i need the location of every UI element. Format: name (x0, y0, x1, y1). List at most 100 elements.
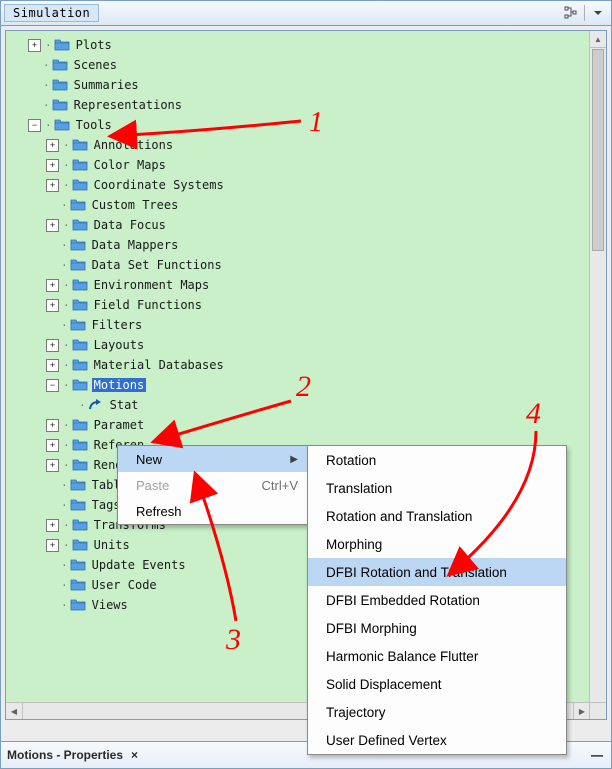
tree-node-stat[interactable]: ·Stat (10, 395, 590, 415)
tree-node-summaries[interactable]: ·Summaries (10, 75, 590, 95)
expand-icon[interactable]: + (46, 299, 59, 312)
context-menu[interactable]: New▶PasteCtrl+VRefresh (117, 445, 309, 525)
close-icon[interactable]: × (127, 748, 142, 762)
tree-node-label[interactable]: Plots (74, 38, 114, 52)
tree-node-material-databases[interactable]: +·Material Databases (10, 355, 590, 375)
menu-item-morphing[interactable]: Morphing (308, 530, 566, 558)
tree-node-data-mappers[interactable]: ·Data Mappers (10, 235, 590, 255)
tree-node-environment-maps[interactable]: +·Environment Maps (10, 275, 590, 295)
tree-node-label[interactable]: Stat (108, 398, 141, 412)
tree-node-plots[interactable]: +·Plots (10, 35, 590, 55)
tree-node-label[interactable]: Data Set Functions (90, 258, 224, 272)
expand-icon[interactable]: + (46, 159, 59, 172)
tree-node-label[interactable]: Views (90, 598, 130, 612)
tree-node-label[interactable]: Representations (72, 98, 184, 112)
menu-item-translation[interactable]: Translation (308, 474, 566, 502)
expand-icon[interactable]: + (28, 39, 41, 52)
tree-node-label[interactable]: Color Maps (92, 158, 168, 172)
context-submenu-new[interactable]: Rotation Translation Rotation and Translat… (307, 445, 567, 755)
menu-item-label: Translation (326, 481, 556, 496)
tree-node-label[interactable]: Scenes (72, 58, 119, 72)
tree-node-label[interactable]: Data Mappers (90, 238, 181, 252)
menu-item-label: Trajectory (326, 705, 556, 720)
tree-node-label[interactable]: Summaries (72, 78, 141, 92)
tree-node-label[interactable]: Environment Maps (92, 278, 212, 292)
scroll-corner (589, 702, 606, 719)
menu-item-user-defined-vertex[interactable]: User Defined Vertex (308, 726, 566, 754)
scroll-left-icon[interactable]: ◀ (6, 703, 23, 719)
minimize-icon[interactable]: — (591, 748, 611, 762)
tree-node-coordinate-systems[interactable]: +·Coordinate Systems (10, 175, 590, 195)
tree-node-label[interactable]: Paramet (92, 418, 147, 432)
tree-node-label[interactable]: Data Focus (92, 218, 168, 232)
expand-icon[interactable]: + (46, 459, 59, 472)
tree-node-motions[interactable]: −·Motions (10, 375, 590, 395)
tree-node-label[interactable]: Motions (92, 378, 147, 392)
tree-node-custom-trees[interactable]: ·Custom Trees (10, 195, 590, 215)
expand-icon[interactable]: + (46, 139, 59, 152)
folder-icon (70, 558, 86, 572)
menu-item-harmonic-balance-flutter[interactable]: Harmonic Balance Flutter (308, 642, 566, 670)
tree-node-label[interactable]: Layouts (92, 338, 147, 352)
tree-node-representations[interactable]: ·Representations (10, 95, 590, 115)
tree-node-label[interactable]: Filters (90, 318, 145, 332)
menu-item-solid-displacement[interactable]: Solid Displacement (308, 670, 566, 698)
tree-node-label[interactable]: Units (92, 538, 132, 552)
tree-node-label[interactable]: Coordinate Systems (92, 178, 226, 192)
folder-icon (72, 178, 88, 192)
menu-item-dfbi-embedded-rotation[interactable]: DFBI Embedded Rotation (308, 586, 566, 614)
menu-item-label: Rotation and Translation (326, 509, 556, 524)
tree-view-mode-icon[interactable] (562, 4, 580, 22)
properties-tab[interactable]: Motions - Properties × (7, 748, 142, 762)
tree-node-annotations[interactable]: +·Annotations (10, 135, 590, 155)
menu-item-label: New (136, 452, 282, 467)
menu-item-paste: PasteCtrl+V (118, 472, 308, 498)
menu-item-new[interactable]: New▶ (118, 446, 308, 472)
collapse-icon[interactable]: − (46, 379, 59, 392)
menu-item-rotation[interactable]: Rotation (308, 446, 566, 474)
folder-icon (70, 578, 86, 592)
menu-item-trajectory[interactable]: Trajectory (308, 698, 566, 726)
scroll-up-icon[interactable]: ▲ (590, 31, 606, 48)
tree-node-label[interactable]: Tools (74, 118, 114, 132)
tree-node-scenes[interactable]: ·Scenes (10, 55, 590, 75)
expand-icon[interactable]: + (46, 279, 59, 292)
expand-icon[interactable]: + (46, 219, 59, 232)
vertical-scrollbar[interactable]: ▲ ▼ (589, 31, 606, 719)
scroll-thumb[interactable] (592, 49, 604, 251)
tree-node-data-set-functions[interactable]: ·Data Set Functions (10, 255, 590, 275)
tree-node-label[interactable]: User Code (90, 578, 159, 592)
expand-icon[interactable]: + (46, 439, 59, 452)
tree-node-label[interactable]: Update Events (90, 558, 188, 572)
scroll-right-icon[interactable]: ▶ (573, 703, 590, 719)
collapse-icon[interactable]: − (28, 119, 41, 132)
tree-node-field-functions[interactable]: +·Field Functions (10, 295, 590, 315)
expand-icon[interactable]: + (46, 339, 59, 352)
tree-joint (46, 320, 57, 331)
menu-item-refresh[interactable]: Refresh (118, 498, 308, 524)
expand-icon[interactable]: + (46, 179, 59, 192)
menu-item-dfbi-rotation-and-translation[interactable]: DFBI Rotation and Translation (308, 558, 566, 586)
tree-node-data-focus[interactable]: +·Data Focus (10, 215, 590, 235)
tree-node-label[interactable]: Field Functions (92, 298, 204, 312)
menu-item-rotation-and-translation[interactable]: Rotation and Translation (308, 502, 566, 530)
tree-node-label[interactable]: Custom Trees (90, 198, 181, 212)
expand-icon[interactable]: + (46, 359, 59, 372)
tree-node-filters[interactable]: ·Filters (10, 315, 590, 335)
folder-icon (70, 198, 86, 212)
dropdown-icon[interactable] (589, 4, 607, 22)
expand-icon[interactable]: + (46, 419, 59, 432)
menu-item-dfbi-morphing[interactable]: DFBI Morphing (308, 614, 566, 642)
tree-joint (46, 600, 57, 611)
tree-node-color-maps[interactable]: +·Color Maps (10, 155, 590, 175)
tree-node-paramet[interactable]: +·Paramet (10, 415, 590, 435)
expand-icon[interactable]: + (46, 539, 59, 552)
folder-icon (72, 278, 88, 292)
tree-node-label[interactable]: Material Databases (92, 358, 226, 372)
tree-node-layouts[interactable]: +·Layouts (10, 335, 590, 355)
tree-node-tools[interactable]: −·Tools (10, 115, 590, 135)
expand-icon[interactable]: + (46, 519, 59, 532)
folder-icon (52, 58, 68, 72)
folder-icon (70, 258, 86, 272)
tree-node-label[interactable]: Annotations (92, 138, 175, 152)
